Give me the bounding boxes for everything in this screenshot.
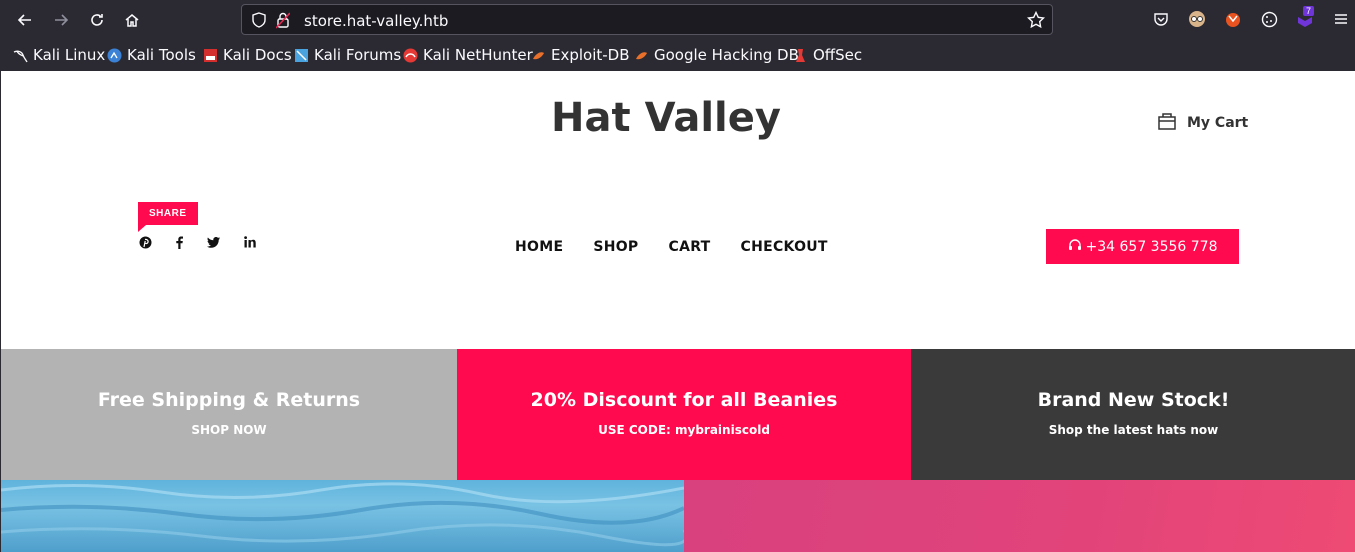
phone-number: +34 657 3556 778 bbox=[1085, 238, 1218, 255]
my-cart-label: My Cart bbox=[1187, 115, 1249, 131]
promo-subtitle: Shop the latest hats now bbox=[1048, 423, 1219, 437]
site-title[interactable]: Hat Valley bbox=[1, 95, 1331, 141]
main-navigation: HOME SHOP CART CHECKOUT bbox=[515, 239, 828, 255]
bookmarks-toolbar: Kali Linux Kali Tools Kali Docs Kali For… bbox=[0, 43, 1355, 67]
bookmark-label: OffSec bbox=[813, 46, 863, 64]
promo-new-stock[interactable]: Brand New Stock! Shop the latest hats no… bbox=[911, 349, 1355, 480]
back-button[interactable] bbox=[13, 8, 37, 32]
hero-image-water bbox=[1, 480, 684, 552]
extension-fox-icon[interactable] bbox=[1222, 8, 1244, 30]
nav-shop[interactable]: SHOP bbox=[593, 239, 638, 255]
bookmark-offsec[interactable]: OffSec bbox=[793, 43, 862, 67]
bookmark-label: Kali NetHunter bbox=[423, 46, 533, 64]
pinterest-icon[interactable] bbox=[138, 234, 152, 250]
promo-shop-now-link[interactable]: SHOP NOW bbox=[191, 423, 266, 437]
reload-button[interactable] bbox=[85, 8, 109, 32]
bookmark-kali-nethunter[interactable]: Kali NetHunter bbox=[403, 43, 533, 67]
nav-home[interactable]: HOME bbox=[515, 239, 563, 255]
extension-badge: 7 bbox=[1303, 6, 1315, 16]
bookmark-kali-docs[interactable]: Kali Docs bbox=[203, 43, 292, 67]
promo-discount-beanies[interactable]: 20% Discount for all Beanies USE CODE: m… bbox=[457, 349, 911, 480]
promo-title: 20% Discount for all Beanies bbox=[530, 389, 838, 411]
promo-title: Free Shipping & Returns bbox=[97, 389, 361, 411]
insecure-lock-icon[interactable] bbox=[275, 12, 291, 34]
home-button[interactable] bbox=[120, 8, 144, 32]
kali-nethunter-icon bbox=[403, 48, 418, 63]
nav-checkout[interactable]: CHECKOUT bbox=[741, 239, 828, 255]
bookmark-label: Kali Tools bbox=[127, 46, 196, 64]
bookmark-label: Kali Docs bbox=[223, 46, 292, 64]
hero-image-pink bbox=[684, 480, 1355, 552]
phone-button[interactable]: +34 657 3556 778 bbox=[1046, 229, 1239, 264]
twitter-icon[interactable] bbox=[206, 234, 220, 250]
address-bar[interactable]: store.hat-valley.htb bbox=[241, 4, 1053, 35]
browser-toolbar: store.hat-valley.htb 7 Kali Linux Kali T… bbox=[0, 0, 1355, 71]
promo-free-shipping[interactable]: Free Shipping & Returns SHOP NOW bbox=[1, 349, 457, 480]
bookmark-label: Exploit-DB bbox=[551, 46, 630, 64]
share-badge: SHARE bbox=[138, 202, 198, 232]
kali-forums-icon bbox=[294, 48, 309, 63]
pocket-icon[interactable] bbox=[1150, 8, 1172, 30]
headset-icon bbox=[1068, 238, 1082, 256]
bookmark-label: Kali Linux bbox=[33, 46, 106, 64]
facebook-icon[interactable] bbox=[173, 234, 185, 250]
page-content: Hat Valley My Cart SHARE HOME SHOP CART … bbox=[0, 71, 1355, 552]
shopping-bag-icon bbox=[1157, 111, 1177, 135]
promo-title: Brand New Stock! bbox=[1037, 389, 1230, 411]
kali-tools-icon bbox=[107, 48, 122, 63]
ghdb-icon bbox=[634, 48, 649, 63]
cookie-icon[interactable] bbox=[1258, 8, 1280, 30]
bookmark-label: Google Hacking DB bbox=[654, 46, 799, 64]
promo-banner-row: Free Shipping & Returns SHOP NOW 20% Dis… bbox=[1, 349, 1355, 480]
kali-dragon-icon bbox=[13, 48, 28, 63]
bookmark-exploit-db[interactable]: Exploit-DB bbox=[531, 43, 630, 67]
extension-glasses-icon[interactable] bbox=[1186, 8, 1208, 30]
bookmark-google-hacking-db[interactable]: Google Hacking DB bbox=[634, 43, 799, 67]
url-text[interactable]: store.hat-valley.htb bbox=[304, 12, 448, 30]
bookmark-kali-tools[interactable]: Kali Tools bbox=[107, 43, 196, 67]
shield-icon[interactable] bbox=[251, 12, 267, 33]
linkedin-icon[interactable] bbox=[243, 234, 257, 250]
nav-cart[interactable]: CART bbox=[669, 239, 711, 255]
offsec-icon bbox=[793, 48, 808, 63]
forward-button[interactable] bbox=[49, 8, 73, 32]
kali-docs-icon bbox=[203, 48, 218, 63]
bookmark-label: Kali Forums bbox=[314, 46, 402, 64]
promo-code-text: USE CODE: mybrainiscold bbox=[598, 423, 770, 437]
my-cart-link[interactable]: My Cart bbox=[1157, 111, 1248, 135]
menu-icon[interactable] bbox=[1330, 8, 1352, 30]
exploit-db-icon bbox=[531, 48, 546, 63]
bookmark-star-icon[interactable] bbox=[1026, 10, 1046, 34]
bookmark-kali-forums[interactable]: Kali Forums bbox=[294, 43, 401, 67]
bookmark-kali-linux[interactable]: Kali Linux bbox=[13, 43, 105, 67]
